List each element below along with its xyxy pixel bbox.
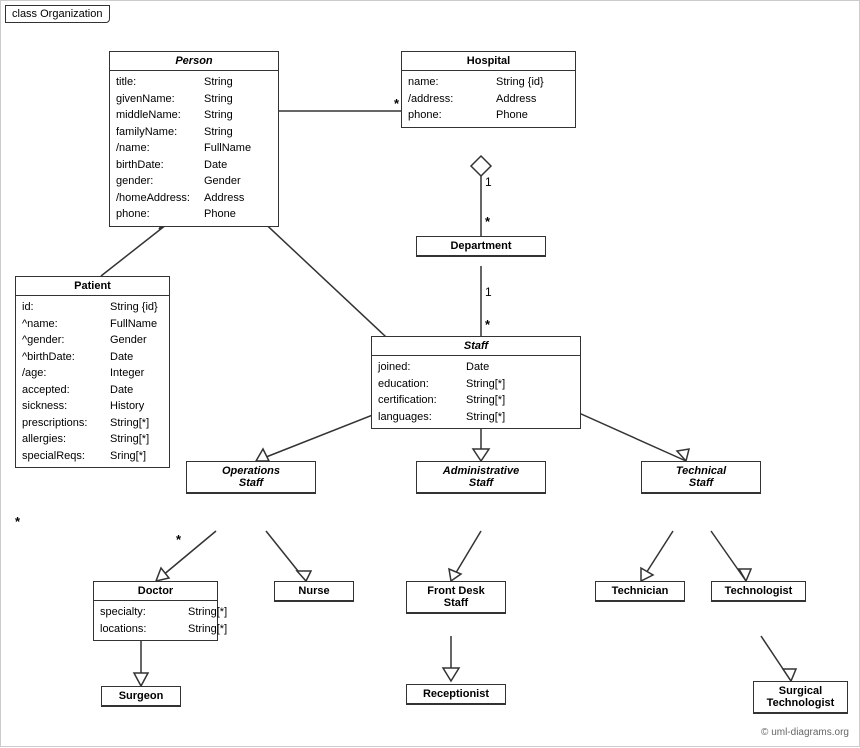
department-name: Department <box>417 237 545 256</box>
svg-text:*: * <box>394 96 400 111</box>
class-doctor: Doctor specialty:String[*] locations:Str… <box>93 581 218 641</box>
technician-name: Technician <box>596 582 684 601</box>
staff-attrs: joined:Date education:String[*] certific… <box>372 356 580 428</box>
class-nurse: Nurse <box>274 581 354 602</box>
nurse-name: Nurse <box>275 582 353 601</box>
person-attrs: title:String givenName:String middleName… <box>110 71 278 226</box>
class-department: Department <box>416 236 546 257</box>
svg-text:*: * <box>15 514 21 529</box>
hospital-attrs: name:String {id} /address:Address phone:… <box>402 71 575 127</box>
class-front-desk-staff: Front DeskStaff <box>406 581 506 614</box>
class-administrative-staff: AdministrativeStaff <box>416 461 546 494</box>
svg-text:1: 1 <box>485 175 492 189</box>
surgeon-name: Surgeon <box>102 687 180 706</box>
person-name: Person <box>110 52 278 71</box>
class-surgical-technologist: SurgicalTechnologist <box>753 681 848 714</box>
diagram-container: class Organization * * 1 * 1 * <box>0 0 860 747</box>
front-desk-staff-name: Front DeskStaff <box>407 582 505 613</box>
class-receptionist: Receptionist <box>406 684 506 705</box>
class-patient: Patient id:String {id} ^name:FullName ^g… <box>15 276 170 468</box>
class-technician: Technician <box>595 581 685 602</box>
staff-name: Staff <box>372 337 580 356</box>
svg-text:*: * <box>485 317 491 332</box>
svg-text:*: * <box>485 214 491 229</box>
surgical-technologist-name: SurgicalTechnologist <box>754 682 847 713</box>
diagram-title: class Organization <box>5 5 110 23</box>
class-surgeon: Surgeon <box>101 686 181 707</box>
patient-name: Patient <box>16 277 169 296</box>
svg-text:1: 1 <box>485 285 492 299</box>
doctor-name: Doctor <box>94 582 217 601</box>
patient-attrs: id:String {id} ^name:FullName ^gender:Ge… <box>16 296 169 467</box>
operations-staff-name: OperationsStaff <box>187 462 315 493</box>
class-hospital: Hospital name:String {id} /address:Addre… <box>401 51 576 128</box>
svg-text:*: * <box>176 532 182 547</box>
administrative-staff-name: AdministrativeStaff <box>417 462 545 493</box>
class-staff: Staff joined:Date education:String[*] ce… <box>371 336 581 429</box>
class-technical-staff: TechnicalStaff <box>641 461 761 494</box>
class-person: Person title:String givenName:String mid… <box>109 51 279 227</box>
hospital-name: Hospital <box>402 52 575 71</box>
technical-staff-name: TechnicalStaff <box>642 462 760 493</box>
technologist-name: Technologist <box>712 582 805 601</box>
class-technologist: Technologist <box>711 581 806 602</box>
receptionist-name: Receptionist <box>407 685 505 704</box>
watermark: © uml-diagrams.org <box>761 727 849 738</box>
class-operations-staff: OperationsStaff <box>186 461 316 494</box>
doctor-attrs: specialty:String[*] locations:String[*] <box>94 601 217 640</box>
